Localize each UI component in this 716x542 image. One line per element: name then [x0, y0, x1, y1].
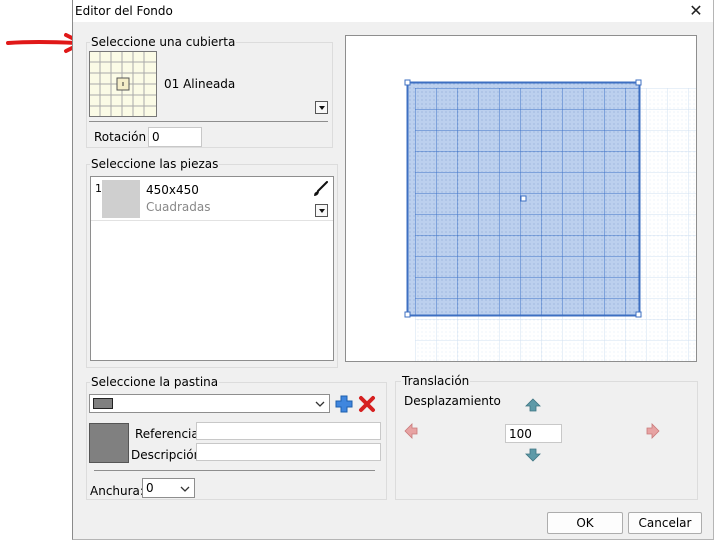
- list-item[interactable]: 1 450x450 Cuadradas: [91, 177, 333, 221]
- cubierta-thumbnail[interactable]: [89, 51, 157, 117]
- piece-type: Cuadradas: [146, 200, 211, 214]
- cubierta-selected-name: 01 Alineada: [164, 77, 236, 91]
- reference-label: Referencia: [135, 427, 199, 441]
- piece-size: 450x450: [146, 183, 199, 197]
- rotation-label: Rotación: [94, 130, 147, 144]
- pastina-select[interactable]: [89, 394, 330, 413]
- brush-icon[interactable]: [313, 181, 329, 197]
- arrow-right-icon[interactable]: [645, 423, 661, 439]
- ok-button-label: OK: [576, 516, 594, 530]
- chevron-down-icon: [180, 486, 190, 492]
- displacement-input-value: 100: [509, 427, 532, 441]
- displacement-label: Desplazamiento: [404, 394, 501, 408]
- chevron-down-icon: [315, 401, 325, 407]
- preview-canvas[interactable]: [345, 35, 697, 362]
- close-icon[interactable]: ✕: [687, 2, 705, 20]
- arrow-up-icon[interactable]: [525, 397, 541, 413]
- piece-thumbnail: [102, 180, 140, 218]
- arrow-down-icon[interactable]: [525, 447, 541, 463]
- add-plus-icon[interactable]: [335, 395, 353, 413]
- piezas-list: 1 450x450 Cuadradas: [90, 176, 334, 361]
- cubierta-separator: [89, 121, 328, 122]
- width-label: Anchura:: [90, 484, 144, 498]
- cubierta-group-label: Seleccione una cubierta: [90, 35, 237, 49]
- pastina-select-swatch: [93, 398, 113, 409]
- ok-button[interactable]: OK: [547, 512, 623, 534]
- title-bar: Editor del Fondo ✕: [73, 0, 713, 22]
- description-input[interactable]: [196, 443, 381, 461]
- cubierta-dropdown-button[interactable]: [315, 101, 328, 114]
- rotation-input-value: 0: [152, 130, 160, 144]
- delete-x-icon[interactable]: [358, 395, 376, 413]
- width-select[interactable]: 0: [142, 478, 195, 498]
- description-label: Descripción: [131, 448, 202, 462]
- piece-dropdown-button[interactable]: [315, 204, 328, 217]
- cancel-button[interactable]: Cancelar: [628, 512, 702, 534]
- pastina-group-label: Seleccione la pastina: [90, 375, 220, 389]
- pastina-separator: [94, 470, 375, 471]
- arrow-left-icon[interactable]: [403, 423, 419, 439]
- dialog-title: Editor del Fondo: [75, 4, 173, 18]
- width-select-value: 0: [146, 481, 154, 495]
- displacement-input[interactable]: 100: [505, 424, 562, 443]
- reference-input[interactable]: [196, 422, 381, 440]
- piezas-group-label: Seleccione las piezas: [90, 157, 220, 171]
- pastina-color-swatch[interactable]: [89, 423, 129, 463]
- piece-index: 1: [95, 182, 102, 195]
- traslacion-group-label: Translación: [401, 374, 471, 388]
- rotation-input[interactable]: 0: [148, 127, 202, 147]
- cancel-button-label: Cancelar: [638, 516, 692, 530]
- background-editor-dialog: Editor del Fondo ✕ Seleccione una cubier…: [72, 0, 714, 540]
